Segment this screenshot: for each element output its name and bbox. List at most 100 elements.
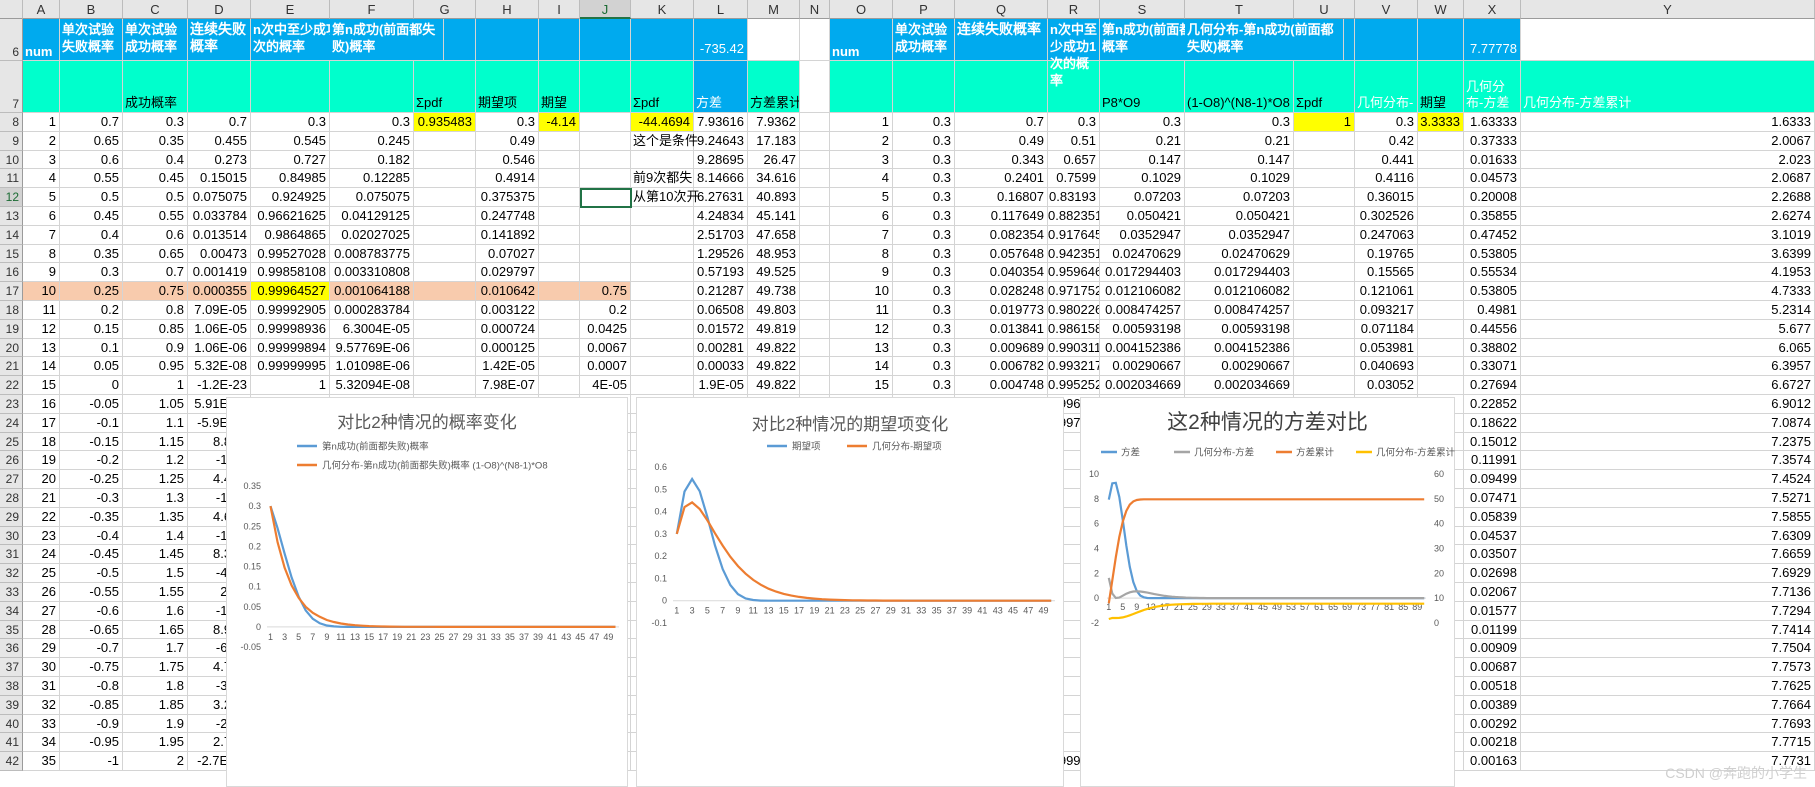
row-header[interactable]: 18 [0, 301, 23, 320]
cell-T16[interactable]: 0.017294403 [1185, 263, 1294, 283]
cell-X29[interactable]: 0.05839 [1464, 507, 1521, 527]
cell-T19[interactable]: 0.00593198 [1185, 319, 1294, 339]
cell-G22[interactable] [414, 376, 476, 395]
cell-A6[interactable]: num [23, 19, 60, 61]
cell-R12[interactable]: 0.83193 [1048, 188, 1100, 207]
cell-X13[interactable]: 0.35855 [1464, 207, 1521, 226]
cell-X18[interactable]: 0.4981 [1464, 301, 1521, 320]
cell-Y19[interactable]: 5.677 [1521, 319, 1815, 339]
column-header[interactable]: O [830, 0, 893, 19]
cell-T18[interactable]: 0.008474257 [1185, 301, 1294, 320]
cell-F7[interactable] [330, 61, 414, 113]
cell-A36[interactable]: 29 [23, 639, 60, 659]
cell-L12[interactable]: 6.27631 [694, 188, 748, 207]
cell-A34[interactable]: 27 [23, 601, 60, 621]
cell-V17[interactable]: 0.121061 [1355, 282, 1418, 301]
cell-L18[interactable]: 0.06508 [694, 301, 748, 320]
row-header[interactable]: 10 [0, 150, 23, 170]
row-header[interactable]: 15 [0, 244, 23, 264]
cell-L20[interactable]: 0.00281 [694, 338, 748, 358]
cell-G16[interactable] [414, 263, 476, 283]
cell-J10[interactable] [580, 150, 631, 170]
cell-W22[interactable] [1418, 376, 1464, 395]
cell-F15[interactable]: 0.008783775 [330, 244, 414, 264]
cell-N7[interactable] [800, 61, 830, 113]
cell-J7[interactable] [580, 61, 631, 113]
cell-V14[interactable]: 0.247063 [1355, 225, 1418, 245]
cell-V13[interactable]: 0.302526 [1355, 207, 1418, 226]
cell-B35[interactable]: -0.65 [60, 620, 123, 640]
cell-E15[interactable]: 0.99527028 [251, 244, 330, 264]
cell-E9[interactable]: 0.545 [251, 131, 330, 151]
cell-X36[interactable]: 0.00909 [1464, 639, 1521, 659]
cell-O22[interactable]: 15 [830, 376, 893, 395]
cell-Q21[interactable]: 0.006782 [955, 357, 1048, 377]
cell-Q7[interactable] [955, 61, 1048, 113]
cell-C7[interactable]: 成功概率 [123, 61, 188, 113]
row-header[interactable]: 37 [0, 658, 23, 677]
column-header[interactable]: H [476, 0, 539, 19]
cell-D15[interactable]: 0.00473 [188, 244, 251, 264]
cell-Y34[interactable]: 7.7294 [1521, 601, 1815, 621]
row-header[interactable]: 21 [0, 357, 23, 377]
cell-M20[interactable]: 49.822 [748, 338, 800, 358]
cell-C22[interactable]: 1 [123, 376, 188, 395]
cell-V16[interactable]: 0.15565 [1355, 263, 1418, 283]
cell-P6[interactable]: 单次试验成功概率 [893, 19, 955, 61]
cell-C42[interactable]: 2 [123, 752, 188, 771]
cell-T11[interactable]: 0.1029 [1185, 169, 1294, 189]
cell-E10[interactable]: 0.727 [251, 150, 330, 170]
cell-P10[interactable]: 0.3 [893, 150, 955, 170]
cell-M11[interactable]: 34.616 [748, 169, 800, 189]
cell-N13[interactable] [800, 207, 830, 226]
cell-L19[interactable]: 0.01572 [694, 319, 748, 339]
cell-T21[interactable]: 0.00290667 [1185, 357, 1294, 377]
cell-M6[interactable] [748, 19, 800, 61]
cell-V12[interactable]: 0.36015 [1355, 188, 1418, 207]
cell-K11[interactable]: 前9次都失 [631, 169, 694, 189]
cell-X33[interactable]: 0.02067 [1464, 583, 1521, 602]
cell-X26[interactable]: 0.11991 [1464, 451, 1521, 471]
cell-B9[interactable]: 0.65 [60, 131, 123, 151]
cell-G14[interactable] [414, 225, 476, 245]
cell-X20[interactable]: 0.38802 [1464, 338, 1521, 358]
cell-K15[interactable] [631, 244, 694, 264]
cell-R17[interactable]: 0.971752475 [1048, 282, 1100, 301]
cell-M19[interactable]: 49.819 [748, 319, 800, 339]
cell-U16[interactable] [1294, 263, 1355, 283]
cell-X23[interactable]: 0.22852 [1464, 395, 1521, 414]
cell-R6[interactable]: n次中至少成功1次的概率 [1048, 19, 1100, 88]
cell-B17[interactable]: 0.25 [60, 282, 123, 301]
cell-J21[interactable]: 0.0007 [580, 357, 631, 377]
cell-A10[interactable]: 3 [23, 150, 60, 170]
cell-L22[interactable]: 1.9E-05 [694, 376, 748, 395]
cell-X15[interactable]: 0.53805 [1464, 244, 1521, 264]
cell-W8[interactable]: 3.3333 [1418, 113, 1464, 132]
cell-H13[interactable]: 0.247748 [476, 207, 539, 226]
cell-X32[interactable]: 0.02698 [1464, 564, 1521, 583]
cell-O16[interactable]: 9 [830, 263, 893, 283]
cell-B39[interactable]: -0.85 [60, 695, 123, 715]
cell-G20[interactable] [414, 338, 476, 358]
cell-Y25[interactable]: 7.2375 [1521, 432, 1815, 452]
cell-C31[interactable]: 1.45 [123, 545, 188, 565]
cell-K19[interactable] [631, 319, 694, 339]
cell-I11[interactable] [539, 169, 580, 189]
column-header[interactable]: K [631, 0, 694, 19]
cell-A28[interactable]: 21 [23, 489, 60, 508]
cell-R13[interactable]: 0.882351 [1048, 207, 1100, 226]
cell-X6[interactable]: 7.77778 [1464, 19, 1521, 61]
cell-W15[interactable] [1418, 244, 1464, 264]
cell-X34[interactable]: 0.01577 [1464, 601, 1521, 621]
cell-H6[interactable] [476, 19, 539, 61]
cell-H17[interactable]: 0.010642 [476, 282, 539, 301]
cell-O9[interactable]: 2 [830, 131, 893, 151]
cell-A42[interactable]: 35 [23, 752, 60, 771]
column-header[interactable]: T [1185, 0, 1294, 19]
cell-Y15[interactable]: 3.6399 [1521, 244, 1815, 264]
cell-G18[interactable] [414, 301, 476, 320]
cell-P11[interactable]: 0.3 [893, 169, 955, 189]
cell-Y8[interactable]: 1.6333 [1521, 113, 1815, 132]
cell-B32[interactable]: -0.5 [60, 564, 123, 583]
cell-A9[interactable]: 2 [23, 131, 60, 151]
